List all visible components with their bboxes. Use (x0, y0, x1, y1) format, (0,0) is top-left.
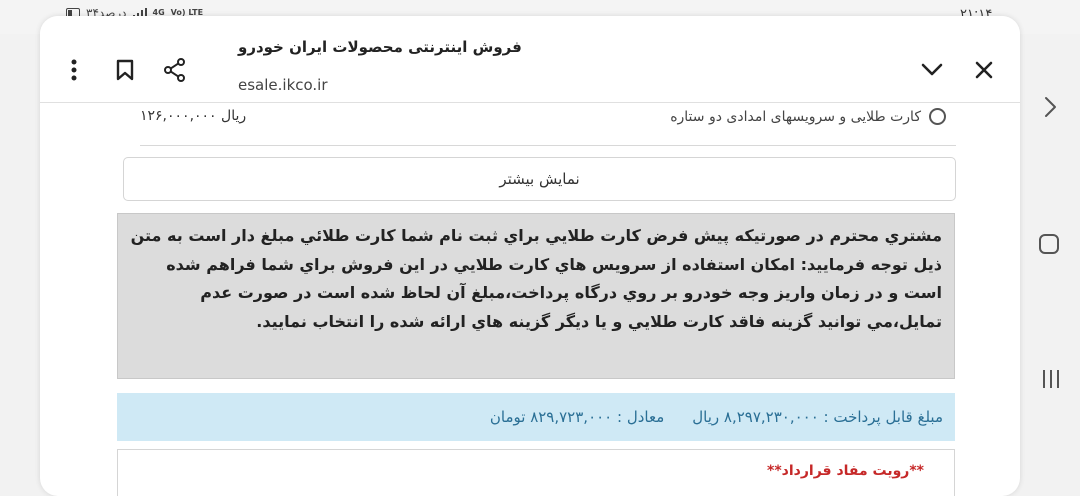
chevron-down-icon (921, 63, 943, 76)
browser-card: فروش اینترنتی محصولات ایران خودرو esale.… (40, 16, 1020, 496)
option-radio-group[interactable]: کارت طلایی و سرویسهای امدادی دو ستاره (670, 108, 946, 125)
contract-title[interactable]: **رویت مفاد قرارداد** (767, 463, 924, 479)
contract-box: **رویت مفاد قرارداد** (117, 449, 955, 496)
bookmark-icon (116, 59, 134, 81)
payment-amount: مبلغ قابل پرداخت : ۸,۲۹۷,۲۳۰,۰۰۰ ريال (692, 408, 943, 426)
payment-summary: مبلغ قابل پرداخت : ۸,۲۹۷,۲۳۰,۰۰۰ ريال مع… (117, 393, 955, 441)
notice-text: مشتري محترم در صورتيكه پيش فرض كارت طلاي… (130, 226, 942, 331)
option-label: کارت طلایی و سرویسهای امدادی دو ستاره (670, 108, 921, 125)
home-button[interactable] (1039, 234, 1059, 254)
menu-button[interactable] (56, 52, 92, 88)
page-content: ۱۲۶,۰۰۰,۰۰۰ ريال کارت طلایی و سرویسهای ا… (40, 103, 1020, 496)
close-button[interactable] (966, 52, 1002, 88)
recents-bar (1043, 370, 1045, 388)
page-url[interactable]: esale.ikco.ir (238, 76, 438, 94)
collapse-button[interactable] (914, 52, 950, 88)
radio-button[interactable] (929, 108, 946, 125)
payment-equivalent: معادل : ۸۲۹,۷۲۳,۰۰۰ تومان (489, 408, 665, 426)
more-vert-icon (71, 59, 77, 81)
share-button[interactable] (157, 52, 193, 88)
close-icon (975, 61, 993, 79)
page-title: فروش اینترنتی محصولات ایران خودرو (238, 38, 522, 56)
option-price: ۱۲۶,۰۰۰,۰۰۰ ريال (140, 108, 247, 124)
notice-box: مشتري محترم در صورتيكه پيش فرض كارت طلاي… (117, 213, 955, 379)
browser-header: فروش اینترنتی محصولات ایران خودرو esale.… (40, 16, 1020, 103)
option-row[interactable]: ۱۲۶,۰۰۰,۰۰۰ ريال کارت طلایی و سرویسهای ا… (140, 103, 956, 146)
recents-bar (1057, 370, 1059, 388)
chevron-right-icon[interactable] (1042, 96, 1058, 118)
recents-button[interactable] (1040, 370, 1062, 388)
recents-bar (1050, 370, 1052, 388)
show-more-button[interactable]: نمایش بیشتر (123, 157, 956, 201)
share-icon (164, 58, 185, 82)
bookmark-button[interactable] (107, 52, 143, 88)
